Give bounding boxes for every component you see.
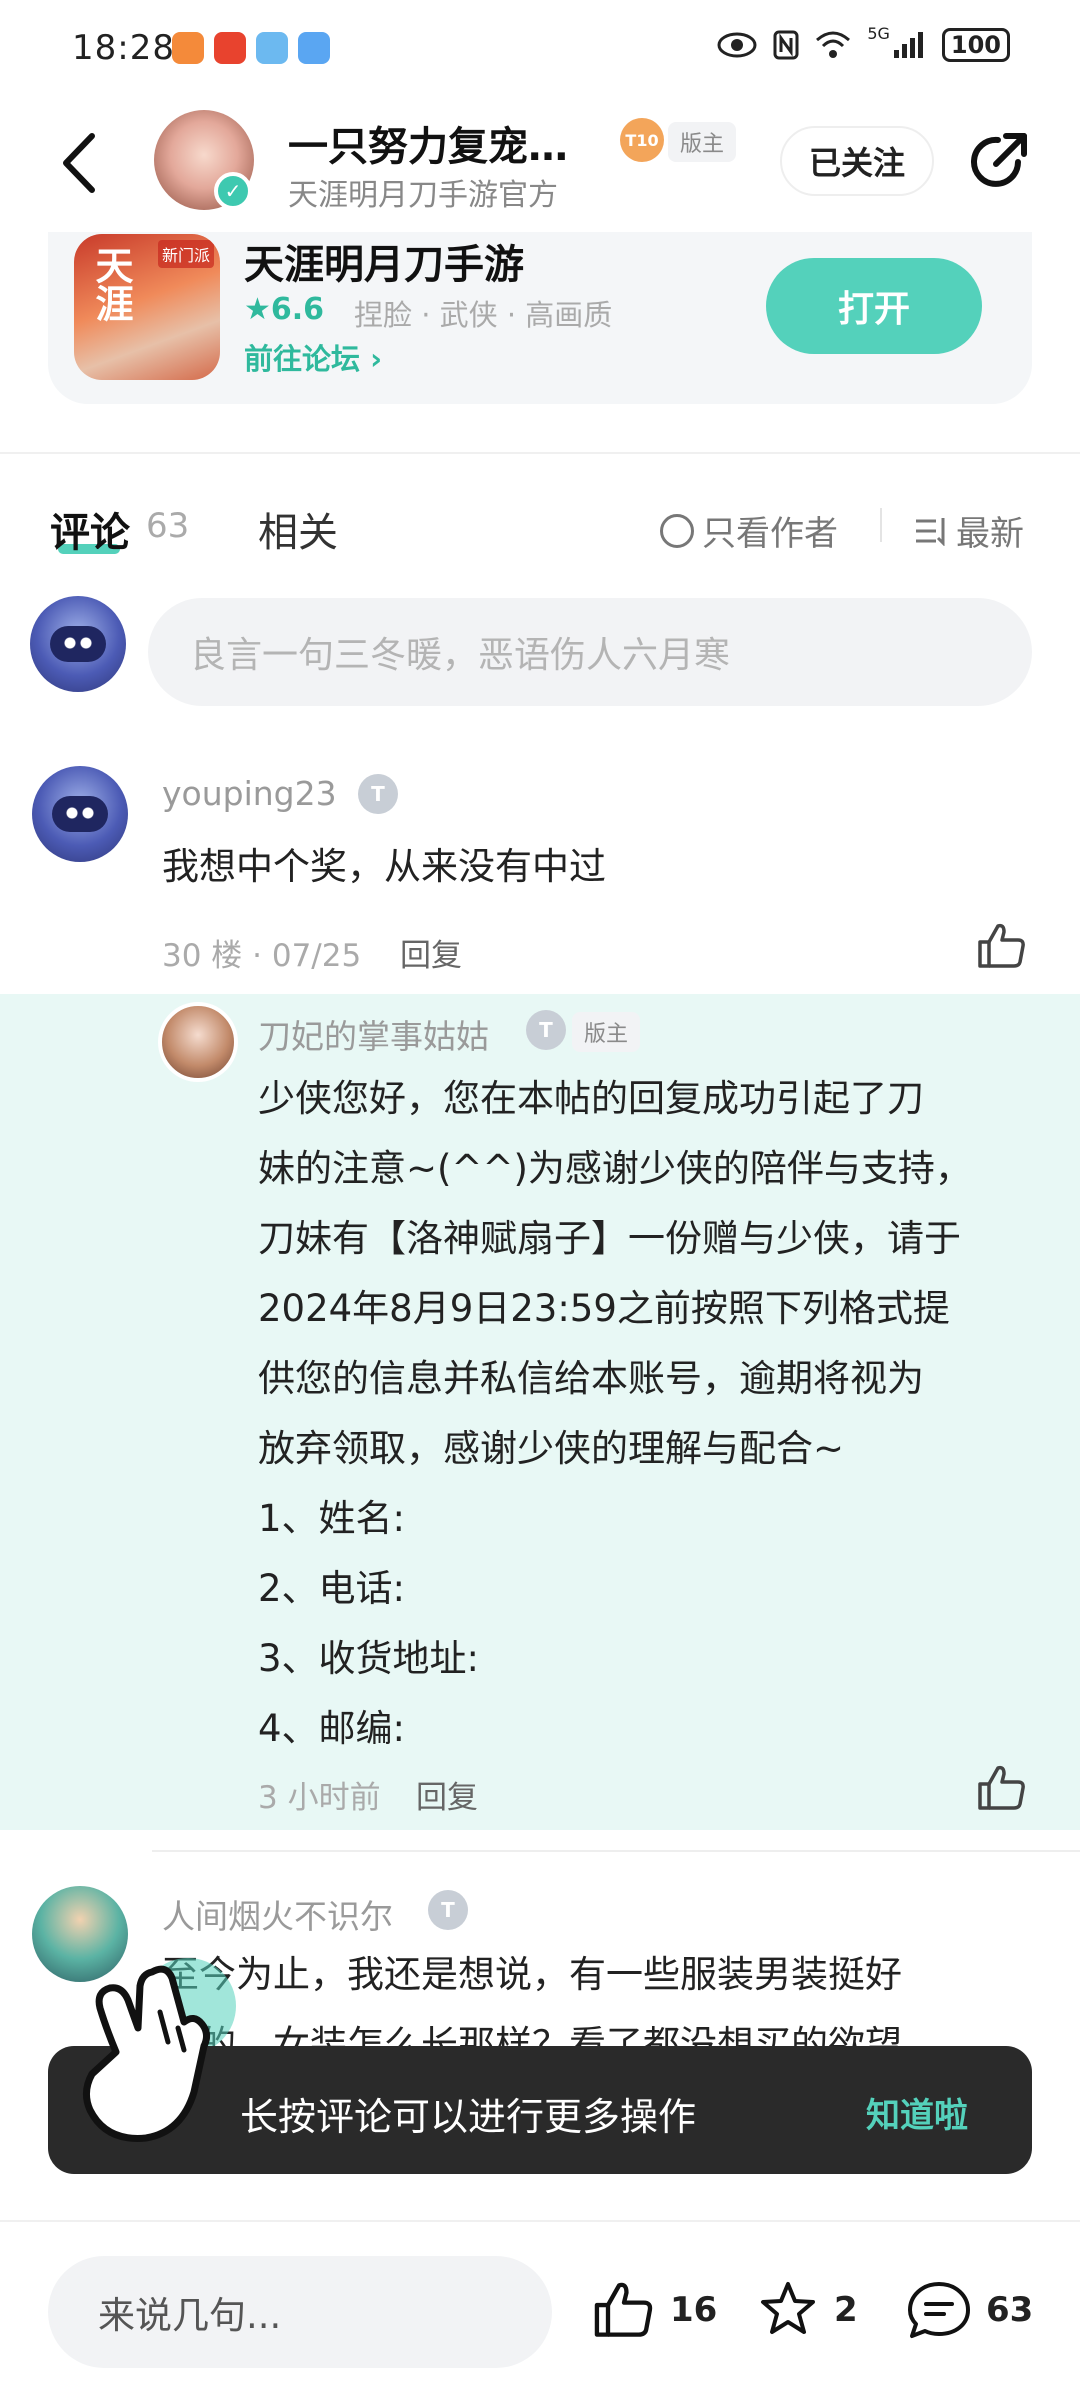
- author-subtitle: 天涯明月刀手游官方: [288, 178, 558, 213]
- likes-count: 16: [670, 2290, 718, 2330]
- commenter-name[interactable]: youping23: [162, 774, 337, 813]
- game-name[interactable]: 天涯明月刀手游: [244, 232, 524, 290]
- reply-author-name[interactable]: 刀妃的掌事姑姑: [258, 1010, 489, 1058]
- section-divider: [0, 452, 1080, 454]
- favorite-button[interactable]: 2: [756, 2278, 858, 2342]
- comment-line: 至今为止，我还是想说，有一些服装男装挺好: [162, 1953, 902, 1996]
- like-icon: [594, 2282, 653, 2337]
- game-icon[interactable]: 天涯 新门派: [74, 234, 220, 380]
- status-right: 5G 100: [717, 24, 1010, 62]
- sort-label: 最新: [956, 514, 1024, 554]
- comments-count: 63: [146, 506, 190, 546]
- comment-icon: [908, 2282, 970, 2338]
- comment-text[interactable]: 我想中个奖，从来没有中过: [162, 832, 606, 902]
- reply-level-badge: T: [526, 1010, 566, 1050]
- moderator-tag: 版主: [668, 122, 737, 162]
- back-icon[interactable]: [52, 128, 112, 198]
- reply-line: 放弃领取，感谢少侠的理解与配合~: [258, 1427, 845, 1470]
- weather-notification-icon: [298, 32, 330, 64]
- share-icon[interactable]: [962, 126, 1034, 198]
- comment-meta: 30 楼 · 07/25: [162, 938, 362, 974]
- level-badge: T10: [620, 118, 664, 162]
- toast-dismiss-button[interactable]: 知道啦: [866, 2088, 968, 2137]
- game-rating: ★6.6: [244, 292, 325, 327]
- radio-icon: [660, 513, 694, 548]
- battery-indicator: 100: [941, 28, 1010, 62]
- commenter-name[interactable]: 人间烟火不识尔: [162, 1890, 393, 1938]
- open-game-button[interactable]: 打开: [766, 258, 982, 354]
- star-icon: [761, 2282, 815, 2334]
- reply-line: 4、邮编:: [258, 1707, 406, 1750]
- taobao-notification-icon: [214, 32, 246, 64]
- comments-total: 63: [986, 2290, 1034, 2330]
- signal-icon: [893, 32, 923, 58]
- status-time: 18:28: [72, 28, 175, 68]
- forum-link[interactable]: 前往论坛 ›: [244, 336, 382, 378]
- notification-icons: [172, 32, 330, 64]
- like-icon[interactable]: [976, 1762, 1028, 1814]
- sort-icon: [916, 517, 945, 546]
- sort-button[interactable]: 最新: [914, 506, 1024, 555]
- reply-line: 妹的注意~(^^)为感谢少侠的陪伴与支持，: [258, 1147, 972, 1190]
- status-bar: 18:28 5G 100: [0, 0, 1080, 100]
- reply-line: 供您的信息并私信给本账号，逾期将视为: [258, 1357, 924, 1400]
- follow-button[interactable]: 已关注: [780, 126, 934, 196]
- stars-count: 2: [834, 2290, 858, 2330]
- game-icon-badge: 新门派: [157, 240, 214, 268]
- author-only-label: 只看作者: [702, 514, 838, 554]
- reply-time: 3 小时前: [258, 1780, 381, 1816]
- network-label: 5G: [867, 23, 890, 43]
- comment-separator: [152, 1850, 1080, 1852]
- eye-icon: [717, 32, 757, 58]
- user-level-badge: T: [428, 1890, 468, 1930]
- toast-text: 长按评论可以进行更多操作: [240, 2095, 697, 2139]
- reply-line: 3、收货地址:: [258, 1637, 480, 1680]
- author-only-toggle[interactable]: 只看作者: [660, 506, 838, 555]
- author-name[interactable]: 一只努力复宠…: [288, 114, 568, 172]
- commenter-avatar[interactable]: [32, 766, 128, 862]
- reply-line: 2、电话:: [258, 1567, 406, 1610]
- reply-button[interactable]: 回复: [400, 930, 462, 975]
- reply-reply-button[interactable]: 回复: [416, 1772, 478, 1817]
- tab-separator: [880, 508, 882, 542]
- reply-line: 1、姓名:: [258, 1497, 406, 1540]
- bottom-reply-input[interactable]: 来说几句...: [48, 2256, 552, 2368]
- reply-line: 少侠您好，您在本帖的回复成功引起了刀: [258, 1077, 924, 1120]
- reply-moderator-tag: 版主: [572, 1012, 641, 1052]
- game-tags: 捏脸 · 武侠 · 高画质: [354, 298, 613, 332]
- comment-button[interactable]: 63: [906, 2278, 1033, 2342]
- current-user-avatar: [30, 596, 126, 692]
- verified-icon: ✓: [214, 172, 252, 210]
- hand-pointer-icon: [83, 1965, 211, 2142]
- wifi-icon: [816, 31, 851, 58]
- tab-comments[interactable]: 评论: [50, 500, 130, 558]
- user-level-badge: T: [358, 774, 398, 814]
- nfc-icon: [773, 30, 799, 60]
- reply-line: 刀妹有【洛神赋扇子】一份赠与少侠，请于: [258, 1217, 961, 1260]
- comment-input[interactable]: 良言一句三冬暖，恶语伤人六月寒: [148, 598, 1032, 706]
- reply-text[interactable]: 少侠您好，您在本帖的回复成功引起了刀 妹的注意~(^^)为感谢少侠的陪伴与支持，…: [258, 1064, 1048, 1764]
- app-notification-icon: [172, 32, 204, 64]
- book-notification-icon: [256, 32, 288, 64]
- like-icon[interactable]: [976, 920, 1028, 972]
- game-icon-text: 天涯: [89, 246, 133, 322]
- reply-author-avatar[interactable]: [158, 1002, 238, 1082]
- tab-related[interactable]: 相关: [258, 500, 338, 558]
- like-post-button[interactable]: 16: [592, 2278, 717, 2342]
- reply-line: 2024年8月9日23:59之前按照下列格式提: [258, 1287, 950, 1330]
